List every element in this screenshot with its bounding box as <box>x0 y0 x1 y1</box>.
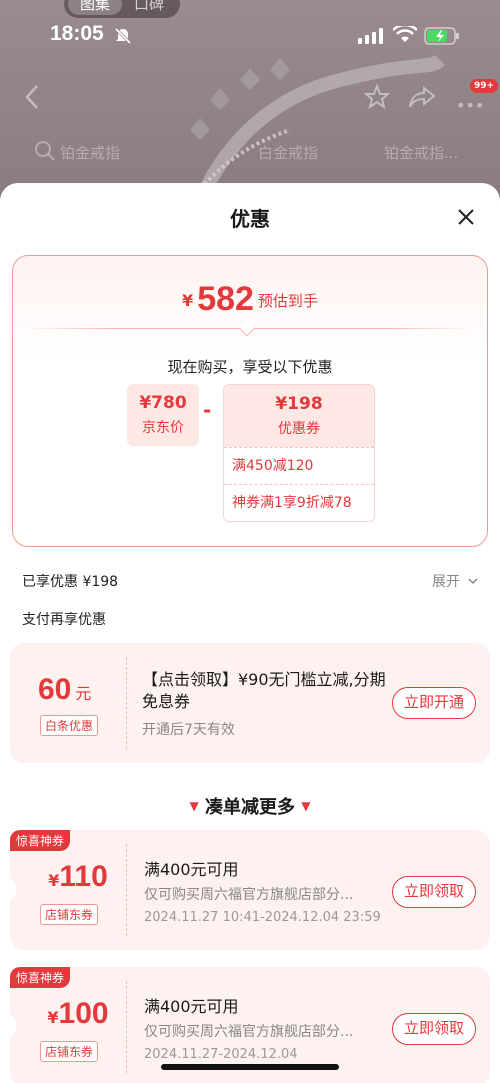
coupon-row: 满450减120 <box>224 447 374 484</box>
coupon-ribbon: 惊喜神券 <box>10 830 71 851</box>
home-indicator[interactable] <box>161 1064 339 1070</box>
currency-symbol: ¥ <box>182 291 194 310</box>
search-icon <box>35 141 55 161</box>
related-search-bar[interactable]: 铂金戒指 白金戒指 铂金戒指... <box>30 140 470 166</box>
back-icon[interactable] <box>24 84 40 110</box>
coupon-ribbon: 惊喜神券 <box>10 967 71 988</box>
baitiao-tag: 白条优惠 <box>40 715 99 736</box>
gallery-segment[interactable]: 图集 口碑 <box>64 0 180 18</box>
baitiao-offer-card: 60 元 白条优惠 【点击领取】¥90无门槛立减,分期免息券 开通后7天有效 立即… <box>10 643 490 763</box>
search-term-2[interactable]: 白金戒指 <box>258 142 318 163</box>
estimated-price: ¥582 预估到手 <box>13 280 487 319</box>
coupon-total-label: 优惠券 <box>278 421 320 437</box>
segment-reviews[interactable]: 口碑 <box>122 0 176 18</box>
chevron-down-icon: ▼ <box>301 799 311 813</box>
baitiao-validity: 开通后7天有效 <box>142 722 235 738</box>
claim-coupon-button[interactable]: 立即领取 <box>392 876 476 908</box>
bell-slash-icon <box>114 27 132 45</box>
coupon-type-tag: 店铺东券 <box>40 904 99 925</box>
coupon-currency: ¥ <box>47 1008 59 1027</box>
chevron-down-icon: ▼ <box>189 799 199 813</box>
minus-sign: - <box>203 398 212 422</box>
battery-icon <box>424 27 459 45</box>
coupon-scope: 仅可购买周六福官方旗舰店部分... <box>144 887 354 903</box>
card-divider <box>126 844 127 936</box>
shop-coupon-card: 惊喜神券 ¥110 店铺东券 满400元可用 仅可购买周六福官方旗舰店部分...… <box>8 830 490 950</box>
more-discount-title: ▼ 凑单减更多 ▼ <box>0 793 500 819</box>
more-discount-label: 凑单减更多 <box>205 797 295 818</box>
enjoyed-discount-text: 已享优惠 ¥198 <box>22 574 119 590</box>
coupon-type-tag: 店铺东券 <box>40 1041 99 1062</box>
final-price-label: 预估到手 <box>257 292 318 310</box>
activate-button[interactable]: 立即开通 <box>392 687 476 719</box>
expand-toggle[interactable]: 展开 <box>432 571 479 591</box>
close-icon[interactable] <box>456 207 476 227</box>
signal-icon <box>358 28 383 44</box>
favorite-star-icon[interactable] <box>364 84 390 110</box>
baitiao-title: 【点击领取】¥90无门槛立减,分期免息券 <box>142 670 386 711</box>
coupon-notch <box>8 1015 16 1037</box>
coupon-validity: 2024.11.27-2024.12.04 <box>144 1047 298 1062</box>
coupon-condition: 满400元可用 <box>144 997 239 1016</box>
sheet-title: 优惠 <box>230 207 270 231</box>
chevron-down-icon <box>468 578 478 585</box>
jd-price-label: 京东价 <box>142 420 184 436</box>
wifi-icon <box>393 26 417 42</box>
coupon-row: 神券满1享9折减78 <box>224 484 374 521</box>
coupon-scope: 仅可购买周六福官方旗舰店部分... <box>144 1024 354 1040</box>
expand-label: 展开 <box>432 574 460 590</box>
jd-price-value: ¥780 <box>139 393 187 413</box>
coupon-amount: ¥100 <box>38 997 118 1031</box>
status-time: 18:05 <box>50 22 104 45</box>
search-term-1[interactable]: 铂金戒指 <box>60 142 120 163</box>
status-bar: 18:05 <box>0 22 500 54</box>
final-price: 582 <box>197 280 254 318</box>
card-divider <box>126 657 127 749</box>
share-icon[interactable] <box>408 84 436 110</box>
baitiao-amount-unit: 元 <box>75 684 92 703</box>
segment-gallery[interactable]: 图集 <box>68 0 122 15</box>
coupon-validity: 2024.11.27 10:41-2024.12.04 23:59 <box>144 910 381 925</box>
price-summary-card: ¥582 预估到手 现在购买，享受以下优惠 ¥780 京东价 - ¥198 优惠券… <box>12 255 488 547</box>
coupon-amount-value: 100 <box>58 997 109 1030</box>
coupon-condition: 满400元可用 <box>144 860 239 879</box>
divider-notch <box>238 319 256 337</box>
search-term-3[interactable]: 铂金戒指... <box>384 142 458 163</box>
discount-sheet: 优惠 ¥582 预估到手 现在购买，享受以下优惠 ¥780 京东价 - ¥198 … <box>0 183 500 1083</box>
message-badge: 99+ <box>470 79 499 93</box>
coupon-total-value: ¥198 <box>275 394 323 414</box>
buy-now-text: 现在购买，享受以下优惠 <box>167 358 333 376</box>
coupon-amount: ¥110 <box>38 860 118 894</box>
pay-discount-title: 支付再享优惠 <box>22 612 106 628</box>
coupon-currency: ¥ <box>48 871 60 890</box>
more-icon[interactable]: ••• <box>456 96 484 115</box>
coupon-breakdown-box: ¥198 优惠券 满450减120 神券满1享9折减78 <box>223 384 375 522</box>
card-divider <box>126 981 127 1073</box>
coupon-notch <box>8 878 16 900</box>
baitiao-amount: 60 元 <box>38 673 91 707</box>
baitiao-amount-value: 60 <box>38 673 72 706</box>
jd-price-box: ¥780 京东价 <box>127 384 199 446</box>
coupon-amount-value: 110 <box>59 860 108 893</box>
claim-coupon-button[interactable]: 立即领取 <box>392 1013 476 1045</box>
